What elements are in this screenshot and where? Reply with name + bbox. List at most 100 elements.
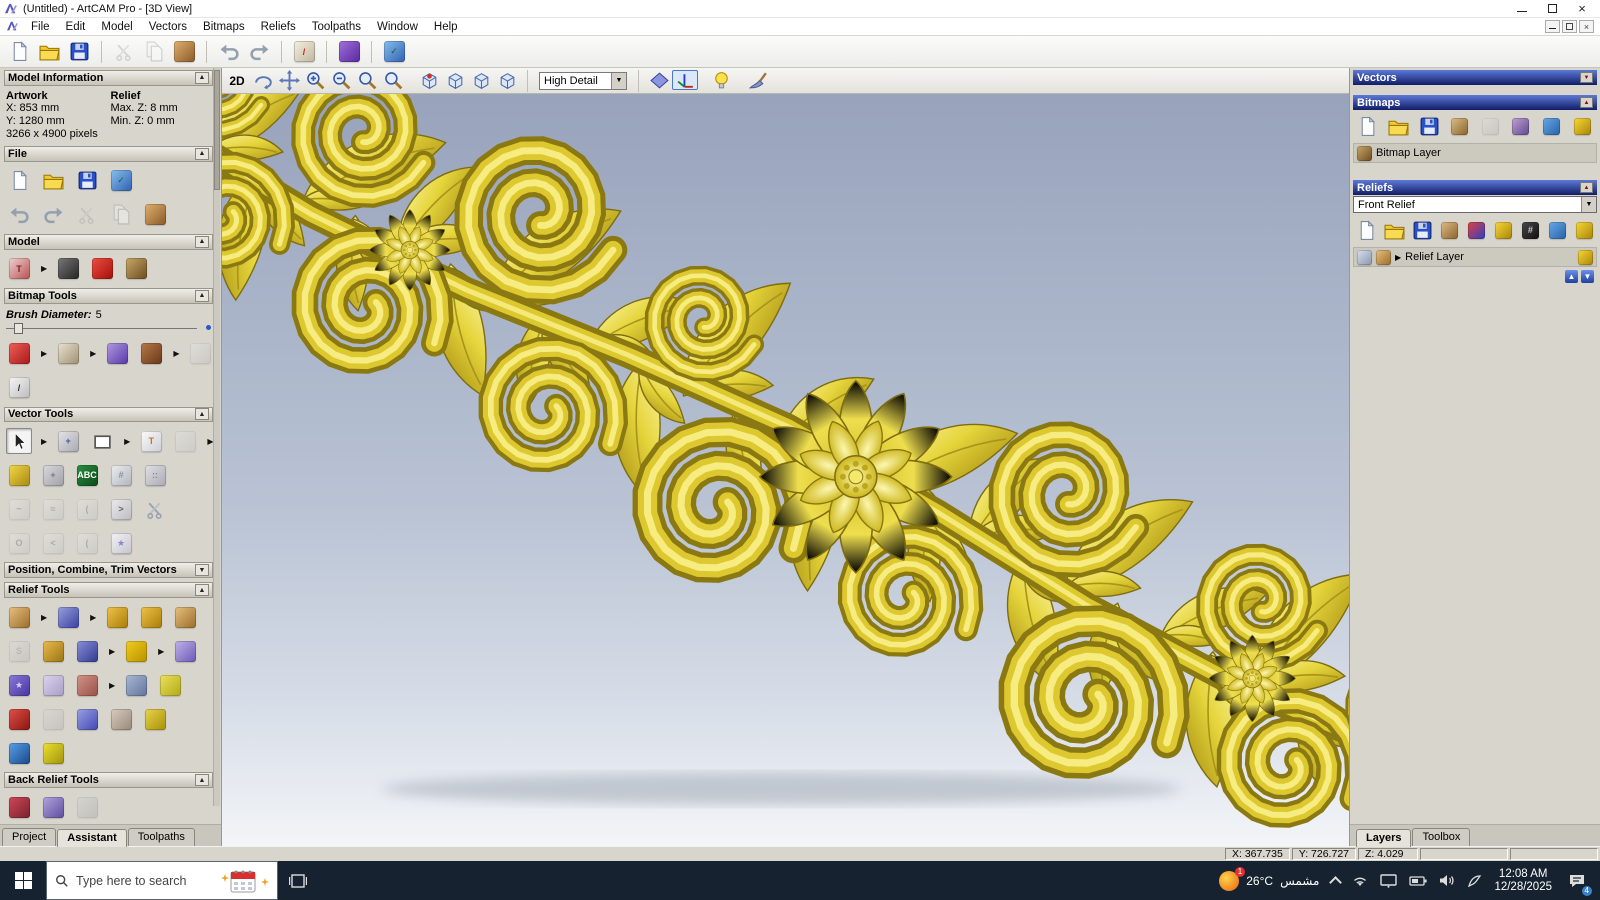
bitmaps-header[interactable]: Bitmaps ▲	[1353, 95, 1597, 110]
move-layer-down-button[interactable]: ▼	[1581, 270, 1594, 283]
flyout-arrow-icon[interactable]: ▶	[41, 437, 47, 446]
create-polyline-button[interactable]: >	[108, 496, 134, 522]
move-layer-up-button[interactable]: ▲	[1565, 270, 1578, 283]
scale-relief-button[interactable]	[123, 638, 149, 664]
open-file-button[interactable]	[36, 39, 62, 65]
restore-button[interactable]	[1546, 4, 1558, 14]
trim-vectors-button[interactable]	[142, 496, 168, 522]
free-polyline-button[interactable]: ≈	[40, 496, 66, 522]
undo-button[interactable]	[216, 39, 242, 65]
smoothing-button[interactable]: S	[6, 638, 32, 664]
back-relief-tools-header[interactable]: Back Relief Tools ▲	[4, 772, 213, 789]
create-star-button[interactable]: ★	[108, 530, 134, 556]
flyout-arrow-icon[interactable]: ▶	[124, 437, 130, 446]
envelope-distortion-button[interactable]: #	[108, 462, 134, 488]
star-wizard-button[interactable]: ★	[6, 672, 32, 698]
adjust-model-button[interactable]	[55, 256, 81, 282]
save-relief-layer-button[interactable]	[1412, 217, 1433, 243]
arc-editing-button[interactable]: (	[74, 530, 100, 556]
reference-manual-button[interactable]	[336, 39, 362, 65]
model-information-header[interactable]: Model Information ▲	[4, 70, 213, 86]
paint-selective-button[interactable]	[55, 341, 81, 367]
new-bitmap-layer-button[interactable]	[1356, 113, 1380, 139]
pen-icon[interactable]	[1467, 874, 1482, 888]
colour-shade-button[interactable]	[744, 67, 770, 93]
relief-visibility-button[interactable]	[1494, 217, 1514, 243]
back-relief-pyramid-button[interactable]	[6, 794, 32, 820]
create-ring-button[interactable]: O	[6, 530, 32, 556]
colour-palette-button[interactable]	[138, 341, 164, 367]
spin-relief-button[interactable]	[142, 706, 168, 732]
model-properties-button[interactable]: ✓	[108, 168, 134, 194]
save-file-button[interactable]	[66, 39, 92, 65]
collapse-toggle[interactable]: ▲	[195, 289, 209, 302]
collapse-toggle[interactable]: ▲	[195, 584, 209, 597]
view-along-x-button[interactable]	[442, 67, 468, 93]
menu-reliefs[interactable]: Reliefs	[253, 21, 304, 33]
set-lighting-button[interactable]	[89, 256, 115, 282]
new-relief-layer-button[interactable]	[1356, 217, 1377, 243]
start-button[interactable]	[0, 861, 46, 900]
offset-back-relief-button[interactable]	[40, 794, 66, 820]
brush-diameter-value[interactable]: 5	[96, 309, 102, 321]
weather-widget[interactable]: 1 26°C مشمس	[1219, 866, 1319, 891]
extrude-relief-button[interactable]	[40, 740, 66, 766]
redo-button[interactable]	[246, 39, 272, 65]
save-model-button[interactable]	[74, 168, 100, 194]
view-along-y-button[interactable]	[468, 67, 494, 93]
wrap-relief-button[interactable]	[40, 672, 66, 698]
grab-relief-button[interactable]	[1440, 217, 1460, 243]
toggle-all-reliefs-visibility-button[interactable]	[1574, 217, 1594, 243]
zero-plane-button[interactable]	[55, 604, 81, 630]
speaker-icon[interactable]	[1439, 874, 1455, 887]
join-vectors-button[interactable]: <	[40, 530, 66, 556]
flyout-arrow-icon[interactable]: ▶	[41, 349, 47, 358]
assistant-tab-toolpaths[interactable]: Toolpaths	[127, 828, 195, 847]
mdi-close-button[interactable]: ×	[1579, 20, 1594, 33]
set-model-size-button[interactable]: T	[6, 256, 32, 282]
cast-screen-icon[interactable]	[1380, 873, 1398, 888]
texture-relief-button[interactable]	[123, 672, 149, 698]
paste-button[interactable]	[142, 202, 168, 228]
menu-toolpaths[interactable]: Toolpaths	[304, 21, 369, 33]
collapse-toggle[interactable]: ▲	[195, 71, 209, 84]
vectors-header[interactable]: Vectors ▼	[1353, 70, 1597, 85]
taskbar-search-box[interactable]: Type here to search	[46, 861, 278, 900]
node-editing-button[interactable]	[172, 428, 198, 454]
open-model-button[interactable]	[40, 168, 66, 194]
layer-visibility-bulb-icon[interactable]	[1578, 249, 1593, 265]
battery-icon[interactable]	[1409, 875, 1428, 887]
menu-bitmaps[interactable]: Bitmaps	[195, 21, 253, 33]
mdi-restore-button[interactable]	[1562, 20, 1577, 33]
assistant-tab-project[interactable]: Project	[2, 828, 57, 847]
expand-arrow-icon[interactable]: ▶	[1395, 253, 1401, 262]
flyout-arrow-icon[interactable]: ▶	[90, 349, 96, 358]
3d-view-canvas[interactable]	[222, 94, 1349, 846]
detail-level-select[interactable]: High Detail ▼	[539, 71, 627, 90]
model-section-header[interactable]: Model ▲	[4, 233, 213, 250]
view-along-z-button[interactable]	[494, 67, 520, 93]
undo-button[interactable]	[6, 202, 32, 228]
collapse-toggle[interactable]: ▲	[1580, 97, 1593, 108]
open-relief-layer-button[interactable]	[1384, 217, 1405, 243]
reliefs-header[interactable]: Reliefs ▲	[1353, 180, 1597, 195]
options-button[interactable]: ✓	[381, 39, 407, 65]
colour-picker-button[interactable]	[104, 341, 130, 367]
collapse-toggle[interactable]: ▲	[195, 774, 209, 787]
bitmap-layer-name[interactable]: Bitmap Layer	[1376, 147, 1441, 159]
combine-relief-button[interactable]	[1467, 217, 1487, 243]
block-copy-button[interactable]: +	[40, 462, 66, 488]
grab-bitmap-button[interactable]	[1448, 113, 1472, 139]
collapse-toggle[interactable]: ▲	[195, 147, 209, 160]
slice-relief-button[interactable]	[108, 706, 134, 732]
copy-button[interactable]	[141, 39, 167, 65]
dropdown-arrow-icon[interactable]: ▼	[611, 72, 626, 89]
mirror-back-relief-button[interactable]	[74, 794, 100, 820]
mdi-minimize-button[interactable]	[1545, 20, 1560, 33]
flyout-arrow-icon[interactable]: ▶	[41, 264, 47, 273]
relief-layer-name[interactable]: Relief Layer	[1405, 251, 1464, 263]
measure-button[interactable]	[6, 462, 32, 488]
pan-view-button[interactable]	[276, 67, 302, 93]
create-arc-button[interactable]: (	[74, 496, 100, 522]
relief-tools-header[interactable]: Relief Tools ▲	[4, 582, 213, 599]
